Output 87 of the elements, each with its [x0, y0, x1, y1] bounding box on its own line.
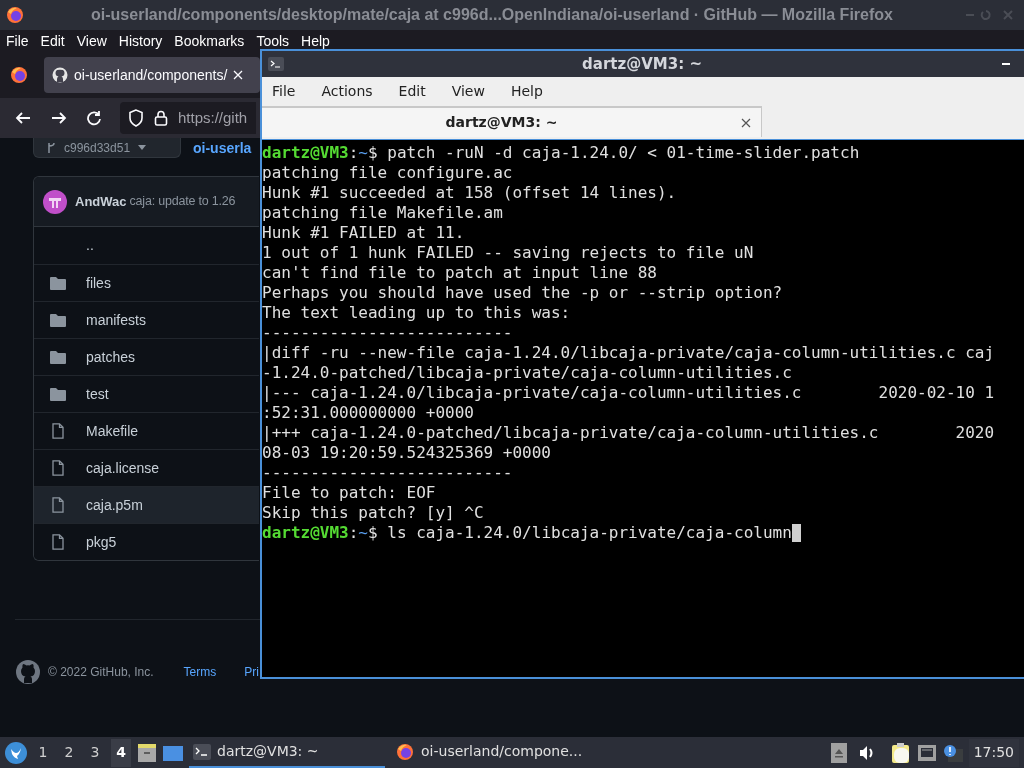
file-icon [50, 497, 66, 513]
branch-icon [46, 141, 56, 154]
footer-link[interactable]: Terms [183, 663, 217, 681]
menu-item[interactable]: History [118, 30, 163, 52]
file-cabinet-icon[interactable] [137, 742, 157, 763]
file-icon [50, 423, 66, 439]
commit-message[interactable]: caja: update to 1.26 [129, 191, 236, 212]
menu-item[interactable]: Tools [256, 30, 290, 52]
folder-icon [50, 313, 66, 327]
output-line: File to patch: EOF [262, 483, 436, 503]
firefox-icon [6, 6, 24, 24]
folder-icon [50, 350, 66, 364]
output-line: -1.24.0-patched/libcaja-private/caja-column-utilities.c [262, 363, 792, 383]
notification-icon[interactable] [942, 743, 963, 762]
menu-item[interactable]: View [76, 30, 107, 52]
browser-tab[interactable]: oi-userland/components/ [44, 57, 260, 93]
menu-item[interactable]: File [6, 30, 29, 52]
menu-item[interactable]: View [451, 80, 485, 102]
clipboard-icon[interactable] [890, 741, 911, 764]
lock-icon [154, 110, 168, 126]
copyright-text: © 2022 GitHub, Inc. [48, 664, 154, 681]
terminal-icon [193, 743, 211, 760]
forward-icon[interactable] [50, 110, 68, 126]
start-menu-icon[interactable] [5, 741, 27, 764]
output-line: 1 out of 1 hunk FAILED -- saving rejects to file uN [262, 243, 754, 263]
breadcrumb-link[interactable]: oi-userla [193, 137, 252, 159]
desktop-icon[interactable] [163, 743, 183, 762]
menu-item[interactable]: Help [301, 30, 330, 52]
terminal-icon [268, 57, 284, 71]
github-icon[interactable] [16, 660, 40, 684]
output-line: 08-03 19:20:59.524325369 +0000 [262, 443, 551, 463]
workspace-button[interactable]: 2 [59, 738, 79, 767]
firefox-icon [395, 741, 415, 762]
menu-item[interactable]: Actions [321, 80, 373, 102]
github-icon [52, 67, 68, 83]
output-line: Hunk #1 succeeded at 158 (offset 14 lines). [262, 183, 677, 203]
eject-icon[interactable] [830, 742, 847, 763]
clock[interactable]: 17:50 [968, 738, 1019, 767]
file-icon [50, 534, 66, 550]
menu-item[interactable]: Edit [40, 30, 65, 52]
output-line: The text leading up to this was: [262, 303, 571, 323]
file-icon [50, 460, 66, 476]
firefox-icon[interactable] [10, 66, 28, 84]
folder-icon [50, 387, 66, 401]
output-line: :52:31.000000000 +0000 [262, 403, 474, 423]
menu-item[interactable]: Edit [398, 80, 426, 102]
caret-icon [138, 144, 147, 151]
workspace-button[interactable]: 3 [85, 738, 105, 767]
branch-button[interactable]: c996d33d51 [33, 138, 181, 158]
reload-icon[interactable] [86, 110, 102, 126]
output-line: Perhaps you should have used the -p or --strip option? [262, 283, 783, 303]
menu-item[interactable]: File [272, 80, 296, 102]
address-bar[interactable]: https://gith [120, 102, 256, 134]
output-line: -------------------------- [262, 463, 513, 483]
prompt-line: dartz@VM3:~$ ls caja-1.24.0/libcaja-private/caja-column [262, 523, 792, 543]
workspace-button[interactable]: 4 [111, 738, 131, 767]
output-line: can't find file to patch at input line 88 [262, 263, 657, 283]
menu-item[interactable]: Bookmarks [174, 30, 245, 52]
prompt-line: dartz@VM3:~$ patch -ruN -d caja-1.24.0/ < 01-time-slider.patch [262, 143, 860, 163]
file-row[interactable]: pkg5 [34, 523, 259, 560]
avatar-icon[interactable] [43, 189, 67, 214]
url-text: https://gith [178, 107, 248, 128]
taskbar-button[interactable]: dartz@VM3: ~ [189, 737, 385, 768]
taskbar-button[interactable]: oi-userland/compone... [391, 737, 591, 768]
output-line: patching file configure.ac [262, 163, 513, 183]
output-line: |+++ caja-1.24.0-patched/libcaja-private/caja-column-utilities.c 2020 [262, 423, 995, 443]
output-line: Skip this patch? [y] ^C [262, 503, 484, 523]
back-icon[interactable] [14, 110, 32, 126]
menu-item[interactable]: Help [510, 80, 543, 102]
output-line: patching file Makefile.am [262, 203, 503, 223]
output-line: -------------------------- [262, 323, 513, 343]
file-row[interactable]: caja.p5m [34, 486, 259, 523]
volume-icon[interactable] [858, 744, 875, 761]
commit-author[interactable]: AndWac [75, 191, 127, 212]
shield-icon[interactable] [128, 109, 144, 127]
folder-icon [50, 276, 66, 290]
window-title: dartz@VM3: ~ [581, 53, 703, 75]
output-line: |diff -ru --new-file caja-1.24.0/libcaja-private/caja-column-utilities.c caj [262, 343, 995, 363]
tab-title: oi-userland/components/ [74, 65, 228, 85]
footer-link[interactable]: Pri [244, 663, 259, 681]
workspace-button[interactable]: 1 [33, 738, 53, 767]
network-icon[interactable] [916, 743, 937, 762]
window-title: oi-userland/components/desktop/mate/caja at c996d...OpenIndiana/oi-userland · GitHub — Mozilla Firefox [90, 5, 894, 25]
output-line: Hunk #1 FAILED at 11. [262, 223, 465, 243]
close-icon[interactable] [741, 117, 751, 128]
output-line: |--- caja-1.24.0/libcaja-private/caja-column-utilities.c 2020-02-10 1 [262, 383, 995, 403]
terminal-tab[interactable]: dartz@VM3: ~ [262, 106, 762, 137]
